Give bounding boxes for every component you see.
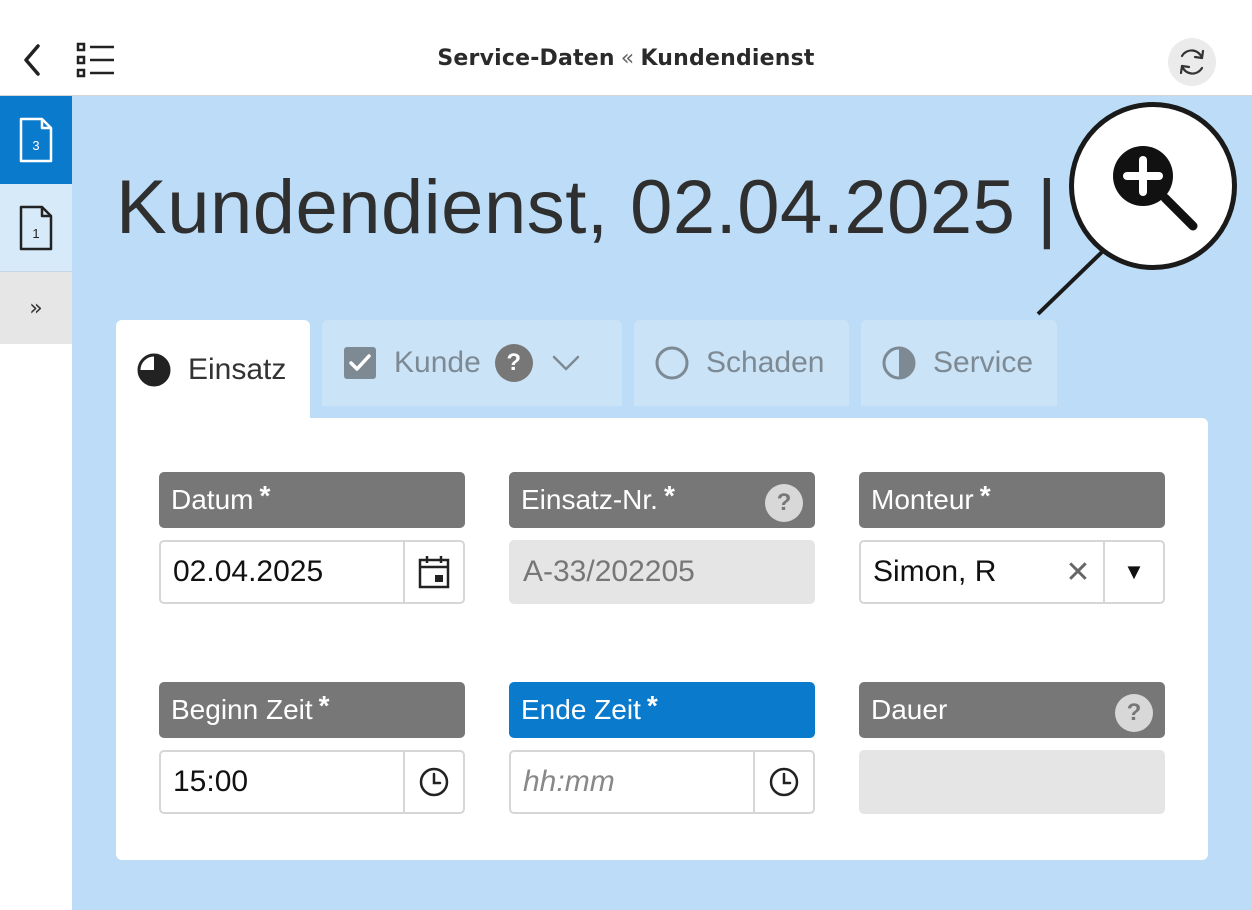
tab-label: Kunde — [394, 346, 481, 379]
clock-icon — [769, 767, 799, 797]
required-marker: * — [259, 480, 271, 511]
sidebar-item-document-1[interactable]: 1 — [0, 184, 72, 272]
label-text: Ende Zeit — [521, 694, 641, 725]
tab-kunde[interactable]: Kunde ? — [322, 320, 622, 406]
ende-zeit-label: Ende Zeit * — [509, 682, 815, 738]
dauer-field: Dauer ? — [859, 682, 1165, 814]
datum-value[interactable]: 02.04.2025 — [161, 555, 403, 589]
page-title: Kundendienst, 02.04.2025 | — [116, 165, 1058, 250]
document-number: 1 — [32, 225, 40, 241]
form-card: Datum * 02.04.2025 Einsatz-Nr. * ? A-33/… — [116, 418, 1208, 860]
help-icon[interactable]: ? — [1115, 694, 1153, 732]
time-picker-button[interactable] — [753, 752, 813, 812]
beginn-zeit-input[interactable]: 15:00 — [159, 750, 465, 814]
required-marker: * — [646, 690, 658, 721]
sync-button[interactable] — [1168, 38, 1216, 86]
clear-icon[interactable]: ✕ — [1053, 542, 1103, 602]
dauer-label: Dauer ? — [859, 682, 1165, 738]
sidebar-expand-button[interactable]: » — [0, 272, 72, 344]
double-chevron-right-icon: » — [29, 295, 43, 321]
zoom-in-icon — [1113, 146, 1198, 231]
einsatz-nr-input: A-33/202205 — [509, 540, 815, 604]
sidebar-item-document-3[interactable]: 3 — [0, 96, 72, 184]
beginn-zeit-value[interactable]: 15:00 — [161, 765, 403, 799]
tab-label: Einsatz — [188, 353, 287, 386]
checked-checkbox-icon — [344, 347, 376, 379]
monteur-select[interactable]: Simon, R ✕ ▼ — [859, 540, 1165, 604]
document-icon: 1 — [18, 204, 54, 252]
half-circle-icon — [882, 346, 916, 380]
beginn-zeit-label: Beginn Zeit * — [159, 682, 465, 738]
breadcrumb-separator: « — [620, 46, 635, 71]
tab-einsatz[interactable]: Einsatz — [116, 320, 310, 420]
monteur-value[interactable]: Simon, R — [861, 555, 1053, 589]
calendar-button[interactable] — [403, 542, 463, 602]
label-text: Dauer — [871, 694, 948, 725]
document-number: 3 — [32, 138, 40, 153]
label-text: Monteur — [871, 484, 974, 515]
dauer-input — [859, 750, 1165, 814]
clock-icon — [419, 767, 449, 797]
dropdown-button[interactable]: ▼ — [1103, 542, 1163, 602]
ende-zeit-placeholder[interactable]: hh:mm — [511, 765, 753, 799]
ende-zeit-input[interactable]: hh:mm — [509, 750, 815, 814]
einsatz-nr-field: Einsatz-Nr. * ? A-33/202205 — [509, 472, 815, 604]
label-text: Einsatz-Nr. — [521, 484, 658, 515]
tab-label: Service — [933, 346, 1034, 379]
caret-down-icon: ▼ — [1123, 559, 1145, 584]
top-bar: Service-Daten «Kundendienst — [0, 0, 1252, 96]
zoom-button[interactable] — [1069, 102, 1237, 270]
einsatz-nr-value: A-33/202205 — [523, 555, 695, 588]
datum-label: Datum * — [159, 472, 465, 528]
datum-input[interactable]: 02.04.2025 — [159, 540, 465, 604]
einsatz-nr-label: Einsatz-Nr. * ? — [509, 472, 815, 528]
time-picker-button[interactable] — [403, 752, 463, 812]
monteur-label: Monteur * — [859, 472, 1165, 528]
tab-label: Schaden — [706, 346, 825, 379]
empty-circle-icon — [655, 346, 689, 380]
help-icon[interactable]: ? — [494, 344, 533, 382]
ende-zeit-field: Ende Zeit * hh:mm — [509, 682, 815, 814]
help-icon[interactable]: ? — [765, 484, 803, 522]
sidebar: 3 1 » — [0, 96, 72, 910]
beginn-zeit-field: Beginn Zeit * 15:00 — [159, 682, 465, 814]
label-text: Datum — [171, 484, 254, 515]
zoom-callout-line — [1036, 250, 1104, 316]
document-icon: 3 — [18, 116, 54, 164]
breadcrumb-parent[interactable]: Kundendienst — [640, 46, 814, 71]
required-marker: * — [663, 480, 675, 511]
refresh-icon — [1179, 49, 1205, 75]
required-marker: * — [979, 480, 991, 511]
breadcrumb-current: Service-Daten — [437, 46, 615, 71]
required-marker: * — [318, 690, 330, 721]
calendar-icon — [418, 556, 450, 589]
tab-service[interactable]: Service — [861, 320, 1057, 406]
chevron-down-icon[interactable] — [551, 353, 581, 373]
three-quarter-circle-icon — [137, 353, 171, 387]
label-text: Beginn Zeit — [171, 694, 313, 725]
main-content: Kundendienst, 02.04.2025 | Einsatz Kunde — [72, 96, 1252, 910]
breadcrumb: Service-Daten «Kundendienst — [0, 46, 1252, 71]
datum-field: Datum * 02.04.2025 — [159, 472, 465, 604]
monteur-field: Monteur * Simon, R ✕ ▼ — [859, 472, 1165, 604]
tab-schaden[interactable]: Schaden — [634, 320, 849, 406]
